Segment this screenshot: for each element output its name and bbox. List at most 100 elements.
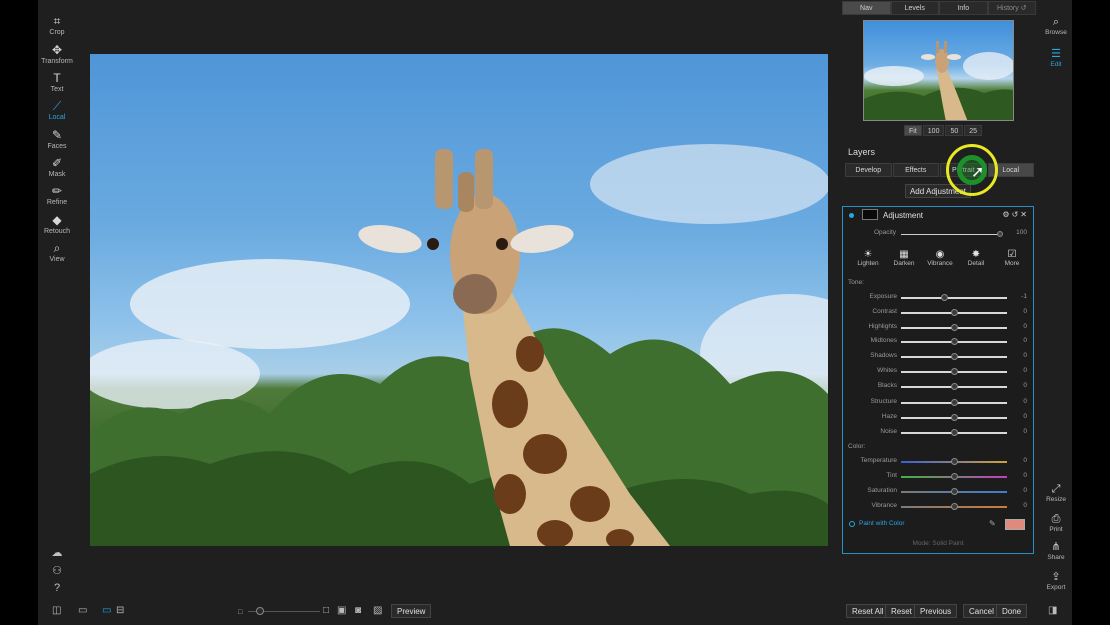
module-browse[interactable]: ⌕ Browse	[1040, 16, 1072, 36]
opacity-track[interactable]	[901, 234, 1001, 235]
help-icon[interactable]: ?	[38, 582, 76, 594]
account-icon[interactable]: ⚇	[38, 564, 76, 577]
module-resize[interactable]: ⤢ Resize	[1040, 483, 1072, 503]
tool-retouch[interactable]: ◆ Retouch	[38, 213, 76, 235]
compare-mode-icon[interactable]: ▨	[373, 605, 382, 616]
zoom-25-button[interactable]: 25	[964, 125, 983, 136]
slider-blacks[interactable]: Blacks 0	[843, 382, 1033, 392]
tool-refine[interactable]: ✏ Refine	[38, 184, 76, 206]
slider-midtones[interactable]: Midtones 0	[843, 337, 1033, 347]
preview-button[interactable]: Preview	[391, 604, 432, 618]
mask-thumbnail[interactable]	[862, 209, 878, 220]
slider-highlights[interactable]: Highlights 0	[843, 323, 1033, 333]
tab-nav[interactable]: Nav	[842, 1, 891, 15]
module-share[interactable]: ⋔ Share	[1040, 541, 1072, 561]
slider-knob[interactable]	[950, 308, 958, 316]
slider-haze[interactable]: Haze 0	[843, 413, 1033, 423]
tab-effects[interactable]: Effects	[892, 163, 939, 177]
zoom-50-button[interactable]: 50	[945, 125, 964, 136]
slider-exposure[interactable]: Exposure -1	[843, 293, 1033, 303]
close-icon[interactable]: ✕	[1020, 210, 1029, 219]
tool-text[interactable]: T Text	[38, 71, 76, 93]
preset-more[interactable]: ☑ More	[994, 249, 1030, 273]
lighten-icon: ☀	[863, 249, 873, 260]
slider-knob[interactable]	[950, 382, 958, 390]
preset-label: Lighten	[857, 260, 879, 267]
zoom-100-button[interactable]: 100	[922, 125, 945, 136]
slider-whites[interactable]: Whites 0	[843, 367, 1033, 377]
slider-knob[interactable]	[950, 323, 958, 331]
slider-knob[interactable]	[950, 503, 958, 510]
split-view-icon[interactable]: ⊟	[116, 605, 124, 616]
opacity-knob[interactable]	[997, 231, 1003, 237]
slider-structure[interactable]: Structure 0	[843, 398, 1033, 408]
tool-faces[interactable]: ✎ Faces	[38, 128, 76, 150]
zoom-in-icon[interactable]: □	[323, 605, 329, 616]
module-export[interactable]: ⇪ Export	[1040, 571, 1072, 591]
cancel-button[interactable]: Cancel	[963, 604, 1000, 618]
slider-contrast[interactable]: Contrast 0	[843, 308, 1033, 318]
slider-vibrance[interactable]: Vibrance 0	[843, 502, 1033, 512]
tab-info[interactable]: Info	[939, 1, 988, 15]
tool-transform[interactable]: ✥ Transform	[38, 43, 76, 65]
mask-overlay-icon[interactable]: ◙	[355, 605, 361, 616]
reset-all-button[interactable]: Reset All	[846, 604, 890, 618]
photo-canvas[interactable]	[90, 54, 828, 546]
zoom-out-icon[interactable]: □	[238, 607, 242, 618]
tab-levels[interactable]: Levels	[890, 1, 939, 15]
layer-visibility-dot[interactable]	[849, 213, 854, 218]
slider-knob[interactable]	[950, 488, 958, 495]
zoom-slider-knob[interactable]	[256, 607, 264, 615]
slider-noise[interactable]: Noise 0	[843, 428, 1033, 438]
tab-develop[interactable]: Develop	[845, 163, 892, 177]
slider-knob[interactable]	[950, 399, 958, 406]
module-print[interactable]: ⎙ Print	[1040, 513, 1072, 533]
slider-knob[interactable]	[950, 338, 958, 346]
reset-button[interactable]: Reset	[885, 604, 918, 618]
zoom-slider[interactable]	[248, 607, 320, 615]
tool-crop[interactable]: ⌗ Crop	[38, 14, 76, 36]
paint-color-swatch[interactable]	[1005, 519, 1025, 530]
slider-knob[interactable]	[940, 294, 948, 301]
slider-tint[interactable]: Tint 0	[843, 472, 1033, 482]
slider-knob[interactable]	[950, 429, 958, 436]
eyedropper-icon[interactable]: ✎	[989, 519, 996, 528]
preset-vibrance[interactable]: ◉ Vibrance	[922, 249, 958, 273]
done-button[interactable]: Done	[996, 604, 1028, 618]
preset-detail[interactable]: ✸ Detail	[958, 249, 994, 273]
right-panel: Nav Levels Info History ↺ Fit 100 50 25	[842, 0, 1038, 600]
single-view-icon[interactable]: ▭	[78, 605, 87, 616]
tool-view[interactable]: ⌕ View	[38, 241, 76, 263]
opacity-slider[interactable]: Opacity 100	[843, 229, 1033, 239]
gear-icon[interactable]: ⚙	[1002, 210, 1011, 219]
tool-local[interactable]: ⟋ Local	[38, 99, 76, 121]
adjustment-header[interactable]: Adjustment ⚙↺✕	[843, 207, 1033, 223]
previous-button[interactable]: Previous	[914, 604, 958, 618]
slider-temperature[interactable]: Temperature 0	[843, 457, 1033, 467]
tool-rail: ⌗ Crop ✥ Transform T Text ⟋ Local ✎ Faces ✐ Mask ✏ Re…	[38, 0, 76, 600]
tool-label: Crop	[49, 29, 65, 36]
paint-with-color-row[interactable]: Paint with Color ✎	[843, 518, 1033, 532]
slider-knob[interactable]	[950, 368, 958, 375]
cloud-icon[interactable]: ☁	[38, 546, 76, 559]
paint-toggle-radio[interactable]	[849, 521, 855, 527]
slider-track[interactable]	[901, 297, 1007, 299]
toggle-left-panel-icon[interactable]: ◫	[52, 605, 61, 616]
module-edit[interactable]: ☰ Edit	[1040, 48, 1072, 68]
slider-knob[interactable]	[950, 458, 958, 465]
toggle-right-panel-icon[interactable]: ◨	[1048, 605, 1057, 616]
slider-shadows[interactable]: Shadows 0	[843, 352, 1033, 362]
zoom-fit-button[interactable]: Fit	[904, 125, 922, 136]
preset-lighten[interactable]: ☀ Lighten	[850, 249, 886, 273]
auto-view-icon[interactable]: ▣	[337, 605, 346, 616]
compare-view-icon[interactable]: ▭	[102, 605, 111, 616]
reset-icon[interactable]: ↺	[1012, 210, 1021, 219]
slider-knob[interactable]	[950, 473, 958, 480]
tool-mask[interactable]: ✐ Mask	[38, 156, 76, 178]
slider-saturation[interactable]: Saturation 0	[843, 487, 1033, 497]
navigator-thumbnail[interactable]	[863, 20, 1014, 121]
preset-darken[interactable]: ▦ Darken	[886, 249, 922, 273]
slider-knob[interactable]	[950, 414, 958, 421]
slider-knob[interactable]	[950, 353, 958, 361]
tab-history[interactable]: History ↺	[987, 1, 1036, 15]
